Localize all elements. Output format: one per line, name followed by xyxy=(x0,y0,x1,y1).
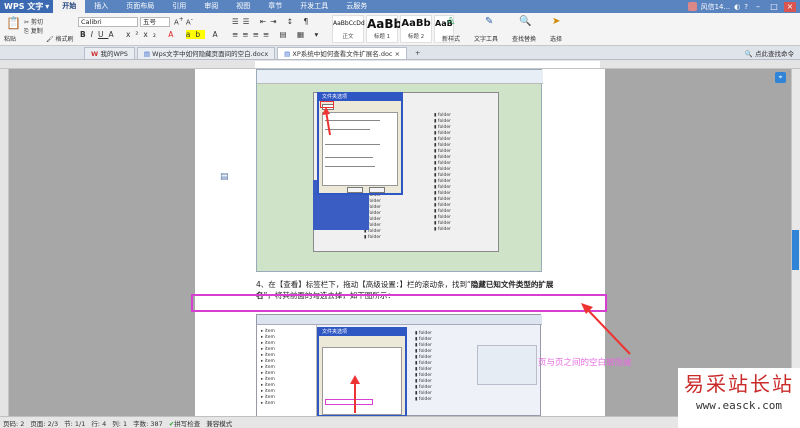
grow-font-button[interactable]: A+ A- xyxy=(174,17,193,26)
location-icon[interactable]: ⌖ xyxy=(775,72,786,83)
watermark-url: www.easck.com xyxy=(695,399,783,412)
status-word-count[interactable]: 字数: 387 xyxy=(133,418,163,428)
ruler-text-area xyxy=(255,61,600,68)
close-tab-icon[interactable]: × xyxy=(395,50,400,58)
style-preview: AaBb xyxy=(367,17,403,31)
tab-document-2[interactable]: ▤ XP系统中如何查看文件扩展名.doc × xyxy=(277,47,408,59)
help-icon[interactable]: ? xyxy=(744,3,748,11)
ribbon-toolbar: 📋 粘贴 ✂ 剪切 ⎘ 复制 🖌 格式刷 Calibri 五号 A+ A- BI… xyxy=(0,13,800,46)
tab-references[interactable]: 引用 xyxy=(163,0,195,13)
status-row: 行: 4 xyxy=(91,419,107,428)
style-label: 标题 1 xyxy=(373,34,391,40)
dropdown-arrow-icon: ▾ xyxy=(45,2,50,11)
tab-developer[interactable]: 开发工具 xyxy=(291,0,337,13)
tab-chapter[interactable]: 章节 xyxy=(259,0,291,13)
style-normal[interactable]: AaBbCcDd 正文 xyxy=(332,15,365,43)
font-size-select[interactable]: 五号 xyxy=(140,17,170,27)
align-buttons[interactable]: ≡≡≡≡ ▤ ▦ ▾ xyxy=(232,30,322,39)
tab-review[interactable]: 审阅 xyxy=(195,0,227,13)
app-name: WPS 文字 xyxy=(4,2,44,11)
avatar[interactable] xyxy=(687,2,697,11)
user-name[interactable]: 风信14... xyxy=(701,2,731,12)
tab-document-1[interactable]: ▤ Wps文字中如何隐藏页面间的空白.docx xyxy=(136,47,276,59)
new-tab-button[interactable]: + xyxy=(409,47,426,59)
maximize-button[interactable]: □ xyxy=(768,2,780,12)
red-arrow-icon xyxy=(350,375,360,413)
status-col: 列: 1 xyxy=(112,419,128,428)
paste-icon[interactable]: 📋 xyxy=(6,16,21,30)
dialog-title: 文件夹选项 xyxy=(319,94,401,101)
copy-button[interactable]: ⎘ 复制 xyxy=(24,26,43,36)
cut-button[interactable]: ✂ 剪切 xyxy=(24,17,43,26)
compat-mode: 兼容模式 xyxy=(206,419,233,428)
style-preview: AaBb xyxy=(401,18,431,29)
close-button[interactable]: × xyxy=(784,1,796,12)
paste-button[interactable]: 粘贴 xyxy=(4,34,16,43)
document-tab-bar: W 我的WPS ▤ Wps文字中如何隐藏页面间的空白.docx ▤ XP系统中如… xyxy=(0,46,800,60)
tab-home[interactable]: 开始 xyxy=(53,0,86,13)
style-heading-2[interactable]: AaBb 标题 2 xyxy=(400,15,432,43)
highlight-box xyxy=(191,294,607,312)
find-icon[interactable]: 🔍 xyxy=(519,16,531,27)
text-tools-icon[interactable]: ✎ xyxy=(485,16,493,27)
annotation-text: 页与页之间的空白被隐藏 xyxy=(538,358,632,368)
minimize-button[interactable]: – xyxy=(752,2,764,12)
nav-doc-icon[interactable]: ▤ xyxy=(220,172,229,182)
search-icon: 🔍 xyxy=(744,50,755,58)
new-style-icon[interactable]: 𝔸 xyxy=(447,16,454,27)
tab-view[interactable]: 视图 xyxy=(227,0,259,13)
cursor-icon[interactable]: ➤ xyxy=(552,16,560,27)
spell-check-button[interactable]: ✔拼写检查 xyxy=(169,418,200,428)
embedded-screenshot-2: ▸ item ▸ item ▸ item ▸ item ▸ item ▸ item ▸ it… xyxy=(256,314,542,417)
annotation-arrow-icon xyxy=(581,303,631,355)
command-search[interactable]: 🔍 点此查找命令 xyxy=(745,48,794,58)
tab-page-layout[interactable]: 页面布局 xyxy=(117,0,163,13)
red-arrow-icon xyxy=(322,107,331,136)
app-menu-button[interactable]: WPS 文字 ▾ xyxy=(0,0,54,13)
site-watermark: 易采站长站 www.easck.com xyxy=(678,368,800,428)
embedded-screenshot-1: ▮ folder ▮ folder ▮ folder ▮ folder ▮ folder… xyxy=(256,69,543,272)
skin-icon[interactable]: ◐ xyxy=(734,3,740,11)
style-heading-1[interactable]: AaBb 标题 1 xyxy=(366,15,403,43)
style-label: 正文 xyxy=(342,34,354,40)
font-name-select[interactable]: Calibri xyxy=(78,17,138,27)
format-painter-button[interactable]: 🖌 格式刷 xyxy=(46,34,74,43)
style-preview: AaBbCcDd xyxy=(333,20,365,27)
tab-cloud[interactable]: 云服务 xyxy=(337,0,376,13)
text-tools-button[interactable]: 文字工具 xyxy=(474,34,498,43)
doc-icon: ▤ xyxy=(143,50,153,58)
font-format-buttons[interactable]: BIUA x²x₂ A ab A xyxy=(80,30,223,39)
new-style-button[interactable]: 新样式 xyxy=(442,34,460,43)
tab-my-wps[interactable]: W 我的WPS xyxy=(84,47,135,59)
status-page-number[interactable]: 页码: 2 xyxy=(3,418,24,428)
find-replace-button[interactable]: 查找替换 xyxy=(512,34,536,43)
vertical-ruler[interactable] xyxy=(0,69,9,416)
dialog-title: 文件夹选项 xyxy=(319,329,405,336)
status-pages[interactable]: 页面: 2/3 xyxy=(30,418,58,428)
tab-insert[interactable]: 插入 xyxy=(85,0,117,13)
select-button[interactable]: 选择 xyxy=(550,34,562,43)
title-bar: WPS 文字 ▾ 开始 插入 页面布局 引用 审阅 视图 章节 开发工具 云服务… xyxy=(0,0,800,13)
para-step-text: 4、在【查看】标签栏下，拖动【高级设置：】栏的滚动条，找到“ xyxy=(256,280,471,289)
paragraph-buttons[interactable]: ☰☰ ⇤⇥ ↕ ¶ xyxy=(232,17,312,26)
style-label: 标题 2 xyxy=(407,34,425,40)
scrollbar-thumb[interactable] xyxy=(792,230,799,270)
watermark-logo-text: 易采站长站 xyxy=(684,372,794,396)
status-section: 节: 1/1 xyxy=(64,419,86,428)
